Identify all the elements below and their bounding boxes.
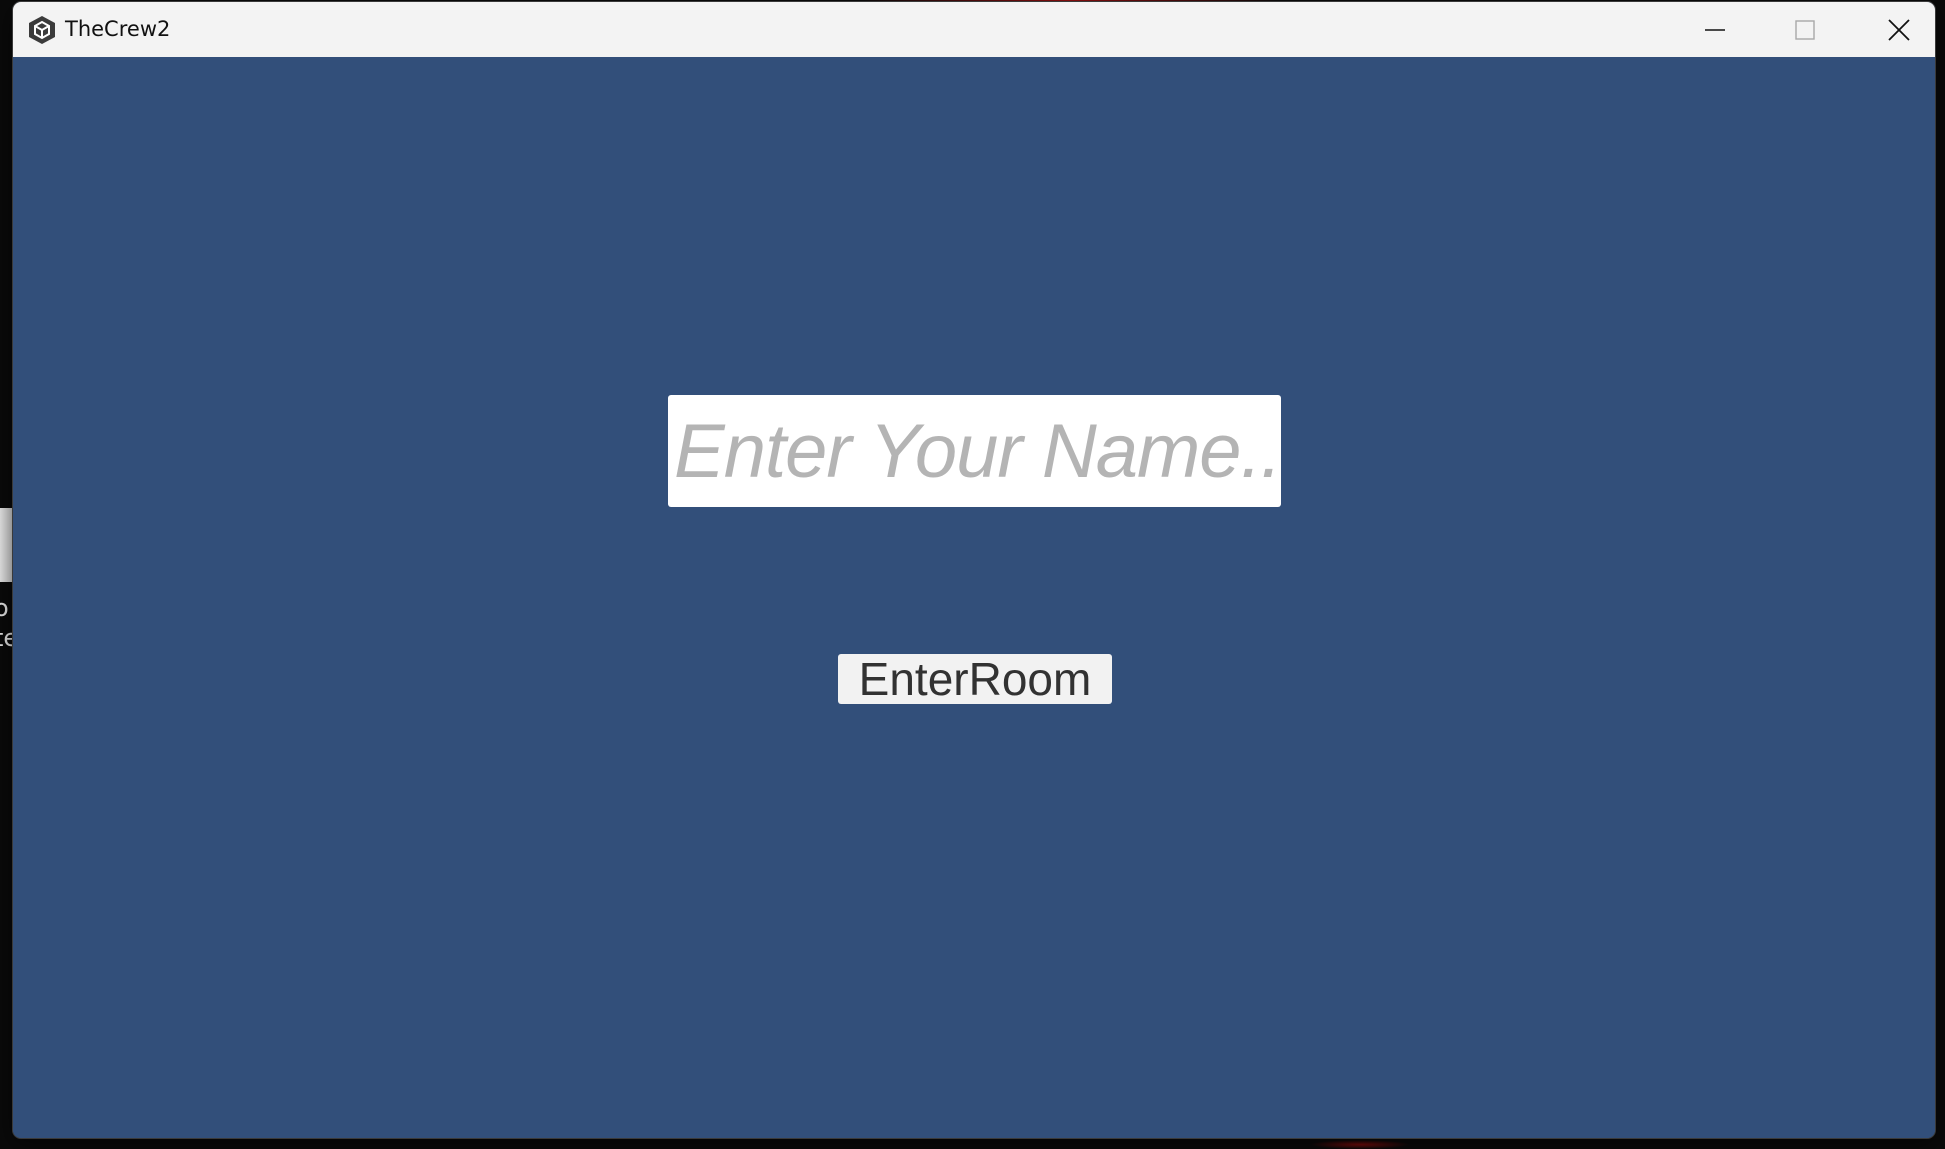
- window-title: TheCrew2: [65, 17, 171, 41]
- player-name-input[interactable]: [668, 395, 1281, 507]
- game-view: EnterRoom: [13, 57, 1935, 1138]
- enter-room-button[interactable]: EnterRoom: [838, 654, 1112, 704]
- desktop-background-glow-bottom: [1310, 1140, 1410, 1149]
- background-text-fragment: o: [0, 594, 9, 622]
- close-icon: [1887, 18, 1911, 42]
- maximize-icon: [1794, 19, 1816, 41]
- background-window-edge: [0, 508, 14, 582]
- maximize-button[interactable]: [1760, 2, 1850, 57]
- title-bar[interactable]: TheCrew2: [13, 2, 1935, 57]
- minimize-button[interactable]: [1670, 2, 1760, 57]
- app-window: TheCrew2 Enter Your Name... EnterRoom: [13, 2, 1935, 1138]
- close-button[interactable]: [1854, 2, 1935, 57]
- minimize-icon: [1704, 19, 1726, 41]
- unity-cube-icon: [27, 15, 57, 45]
